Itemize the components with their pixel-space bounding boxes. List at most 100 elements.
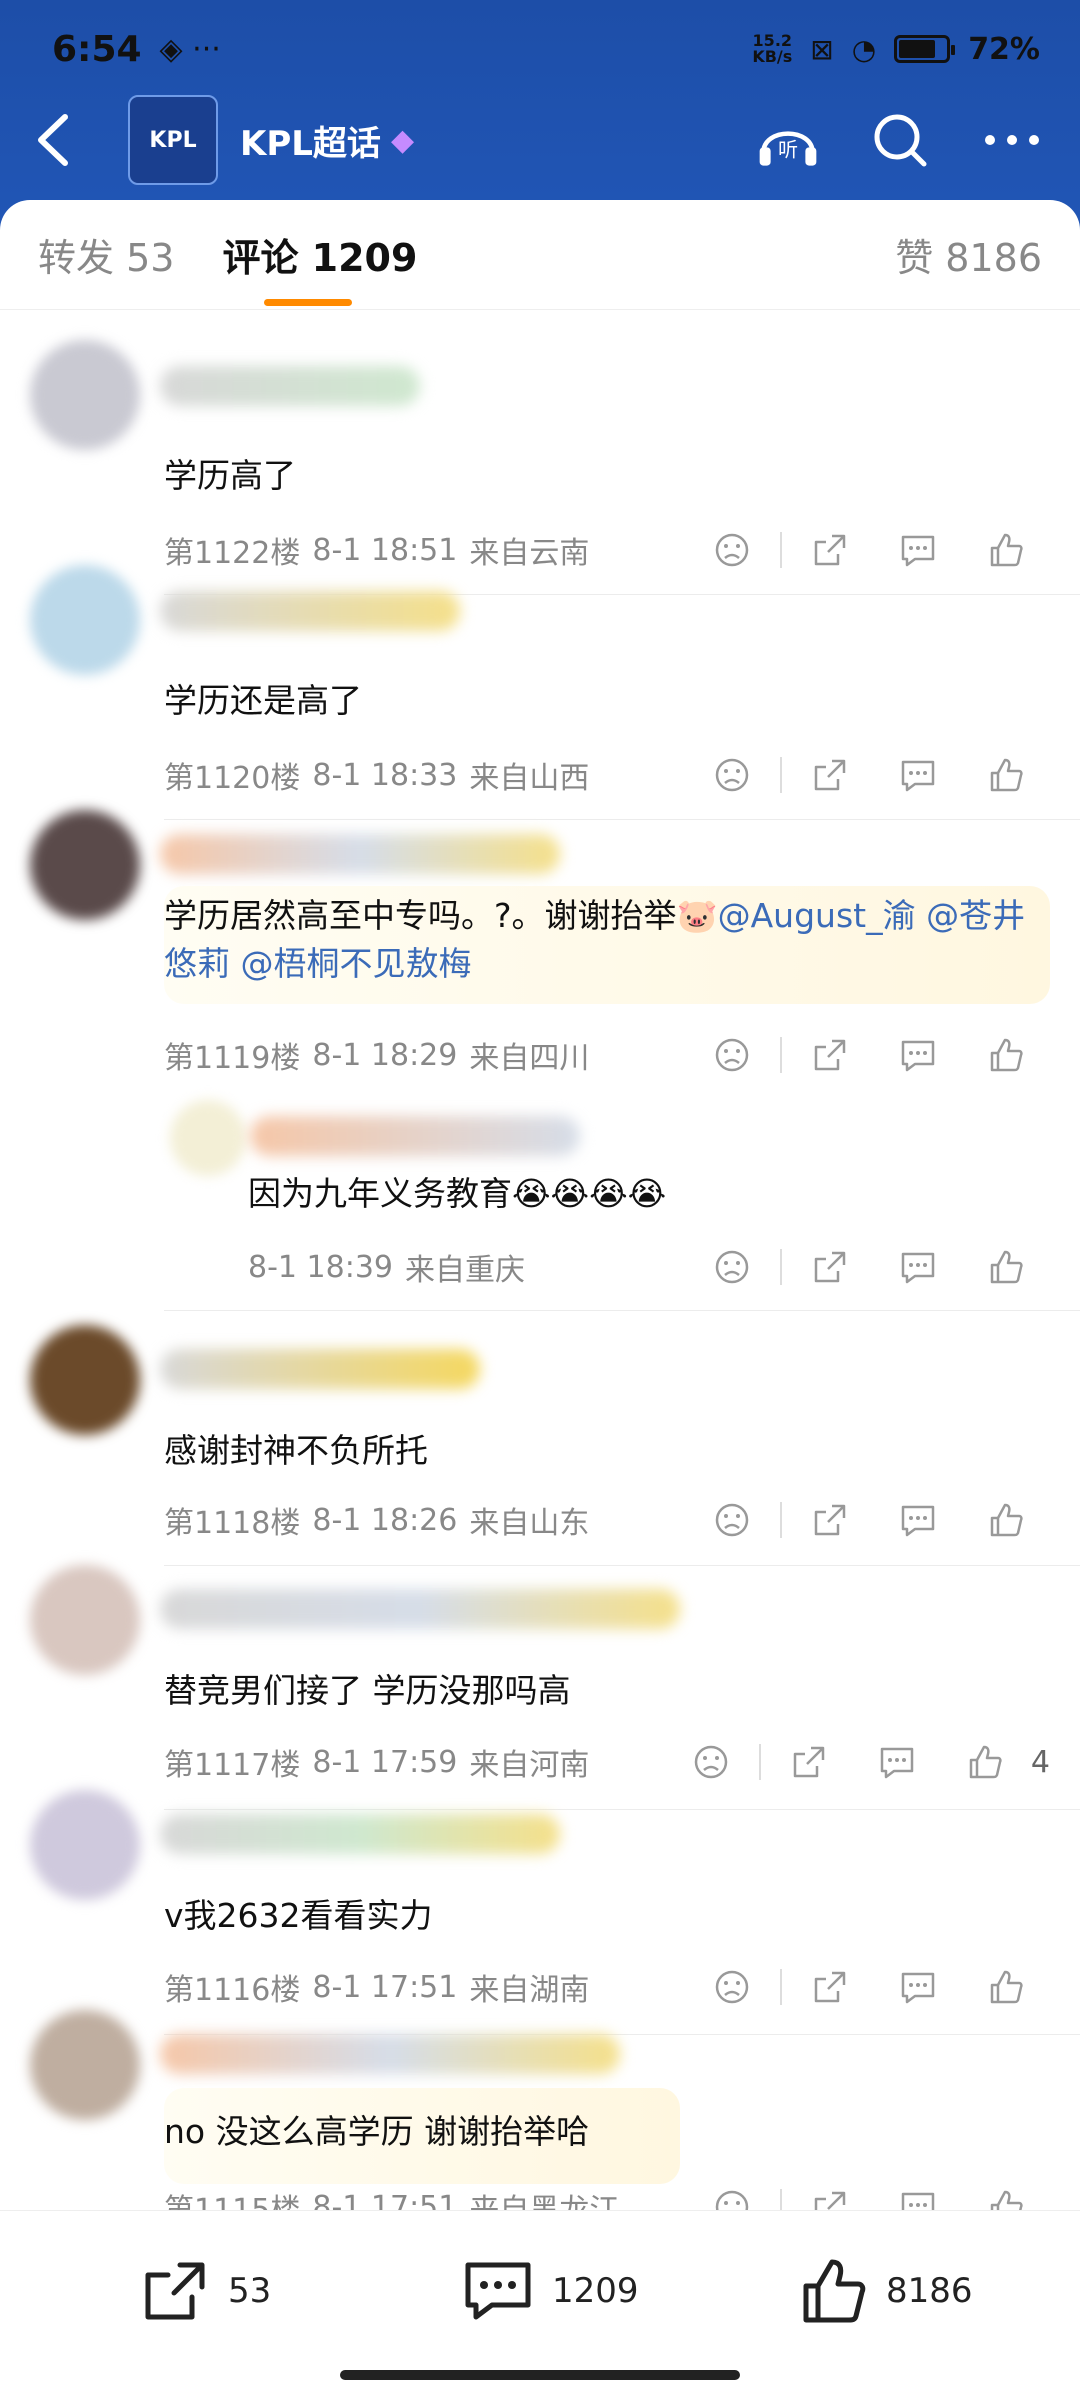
share-icon [814, 1971, 846, 2003]
comment-location: 来自重庆 [405, 1253, 525, 1288]
comment-meta: 第1122楼 8-1 18:51 来自云南 [164, 525, 1050, 575]
mention-link[interactable]: @August_渝 [718, 896, 916, 935]
headphones-icon: 听 [759, 131, 817, 166]
username[interactable] [160, 2034, 620, 2074]
dislike-button[interactable] [667, 1737, 755, 1787]
comment-date: 8-1 17:51 [312, 1969, 458, 2005]
reply-button[interactable] [874, 525, 962, 575]
comment-icon [901, 1252, 935, 1284]
comment-meta: 第1118楼 8-1 18:26 来自山东 [164, 1495, 1050, 1545]
dislike-button[interactable] [688, 1242, 776, 1292]
comment-location: 来自四川 [469, 1041, 590, 1076]
share-icon [145, 2262, 205, 2320]
like-button[interactable] [962, 1962, 1050, 2012]
floor-number: 第1122楼 [164, 536, 301, 571]
tab-comments[interactable]: 评论 1209 [222, 227, 417, 306]
like-button[interactable] [962, 1030, 1050, 1080]
status-time: 6:54 [52, 28, 142, 70]
search-icon [874, 114, 927, 167]
floor-number: 第1119楼 [164, 1041, 301, 1076]
dislike-button[interactable] [688, 1962, 776, 2012]
avatar[interactable] [30, 1565, 140, 1675]
like-button[interactable] [962, 1242, 1050, 1292]
like-button[interactable] [962, 525, 1050, 575]
notification-icon: ◈ ··· [159, 31, 221, 67]
username[interactable] [250, 1116, 580, 1156]
nav-bar: KPL KPL超话 ◆ 听 [0, 92, 1080, 188]
frown-icon [715, 758, 749, 792]
comment-text: 学历高了 [164, 456, 296, 495]
listen-button[interactable]: 听 [756, 108, 820, 172]
mention-link[interactable]: @梧桐不见敖梅 [241, 944, 472, 983]
comment-text: 感谢封神不负所托 [164, 1431, 428, 1470]
reply-button[interactable] [853, 1737, 941, 1787]
divider [780, 1969, 782, 2005]
dislike-button[interactable] [688, 750, 776, 800]
tab-likes[interactable]: 赞 8186 [895, 227, 1042, 282]
back-button[interactable] [8, 92, 98, 188]
comment-count: 1209 [552, 2271, 639, 2311]
share-button[interactable] [765, 1737, 853, 1787]
username[interactable] [160, 591, 460, 631]
dislike-button[interactable] [688, 525, 776, 575]
avatar[interactable] [30, 340, 140, 450]
comment-button[interactable]: 1209 [462, 2251, 639, 2331]
avatar[interactable] [30, 2010, 140, 2120]
reply-button[interactable] [874, 1030, 962, 1080]
reply-button[interactable] [874, 1962, 962, 2012]
comment-icon [901, 535, 935, 567]
avatar[interactable] [30, 810, 140, 920]
username[interactable] [160, 1589, 680, 1629]
page-title[interactable]: KPL超话 ◆ [240, 116, 414, 165]
frown-icon [715, 533, 749, 567]
comment-date: 8-1 18:26 [312, 1502, 458, 1538]
share-button[interactable] [786, 1242, 874, 1292]
reply-button[interactable] [874, 1495, 962, 1545]
share-button[interactable] [786, 750, 874, 800]
reply-text: 因为九年义务教育😭😭😭😭 [248, 1174, 667, 1213]
home-indicator[interactable] [340, 2370, 740, 2380]
comment-location: 来自湖南 [469, 1973, 590, 2008]
kpl-logo[interactable]: KPL [128, 95, 218, 185]
comment-text: no 没这么高学历 谢谢抬举哈 [164, 2112, 590, 2151]
share-icon [814, 759, 846, 791]
more-button[interactable] [980, 108, 1044, 172]
comment-meta: 第1119楼 8-1 18:29 来自四川 [164, 1030, 1050, 1080]
thumbs-up-icon [990, 1503, 1023, 1537]
username[interactable] [160, 1814, 560, 1854]
like-button[interactable] [962, 750, 1050, 800]
like-button[interactable] [941, 1737, 1029, 1787]
reply-button[interactable] [874, 1242, 962, 1292]
sim-icon: ⊠ [810, 32, 834, 66]
avatar[interactable] [30, 1790, 140, 1900]
comment-location: 来自山西 [469, 761, 590, 796]
dislike-button[interactable] [688, 1030, 776, 1080]
frown-icon [694, 1745, 728, 1779]
like-button[interactable]: 8186 [800, 2251, 973, 2331]
row-divider [164, 1565, 1080, 1566]
status-bar: 6:54 ◈ ··· 15.2 KB/s ⊠ ◔ 72% [52, 26, 1040, 72]
floor-number: 第1120楼 [164, 761, 301, 796]
avatar[interactable] [170, 1100, 246, 1176]
comment-text: 替竞男们接了 学历没那吗高 [164, 1671, 571, 1710]
comment-meta: 第1117楼 8-1 17:59 来自河南 4 [164, 1737, 1050, 1787]
divider [758, 1744, 761, 1780]
avatar[interactable] [30, 1325, 140, 1435]
reply-button[interactable] [874, 750, 962, 800]
like-button[interactable] [962, 1495, 1050, 1545]
username[interactable] [160, 366, 420, 406]
share-button[interactable] [786, 525, 874, 575]
repost-button[interactable]: 53 [140, 2251, 271, 2331]
username[interactable] [160, 834, 560, 874]
share-button[interactable] [786, 1962, 874, 2012]
share-icon [793, 1746, 825, 1778]
comment-location: 来自云南 [469, 536, 590, 571]
tab-repost[interactable]: 转发 53 [38, 227, 174, 282]
username[interactable] [160, 1349, 480, 1389]
search-button[interactable] [868, 108, 932, 172]
share-button[interactable] [786, 1495, 874, 1545]
like-count: 8186 [886, 2271, 973, 2311]
avatar[interactable] [30, 565, 140, 675]
dislike-button[interactable] [688, 1495, 776, 1545]
share-button[interactable] [786, 1030, 874, 1080]
